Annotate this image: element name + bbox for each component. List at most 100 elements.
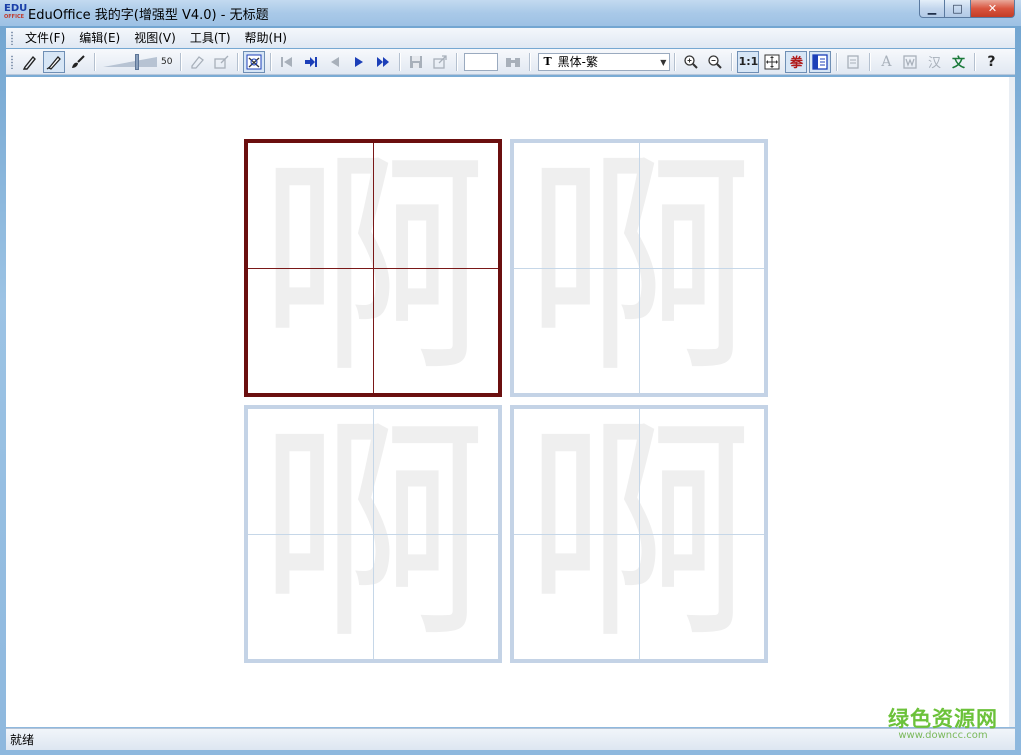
minimize-icon: ▁	[927, 2, 937, 15]
search-character-button[interactable]	[502, 51, 524, 73]
menu-tools[interactable]: 工具(T)	[183, 28, 238, 48]
toolbar-separator	[674, 52, 676, 71]
copybook-char-label: 拳	[789, 56, 803, 71]
clear-icon	[214, 55, 229, 69]
text-button[interactable]: A	[875, 51, 897, 73]
toolbar-separator	[529, 52, 531, 71]
pencil-icon	[22, 55, 36, 70]
pen-icon	[46, 55, 61, 70]
help-button[interactable]: ?	[980, 51, 1002, 73]
text-mode-button[interactable]: 文	[947, 51, 969, 73]
first-button[interactable]	[276, 51, 298, 73]
arrow-to-line-icon	[305, 56, 318, 67]
guide-line-horizontal	[248, 534, 498, 535]
writing-canvas[interactable]: 啊 啊 啊 啊	[6, 77, 1009, 727]
chevron-down-icon[interactable]: ▼	[660, 58, 666, 67]
menu-edit[interactable]: 编辑(E)	[72, 28, 127, 48]
word-export-button[interactable]	[899, 51, 921, 73]
toolbar-separator	[731, 52, 733, 71]
insert-button[interactable]	[300, 51, 322, 73]
window-controls: ▁ □ ✕	[919, 0, 1015, 18]
save-button[interactable]	[405, 51, 427, 73]
status-bar: 就绪	[6, 728, 1015, 750]
pencil-tool-button[interactable]	[19, 51, 41, 73]
title-bar: EDU OFFICE EduOffice 我的字(增强型 V4.0) - 无标题…	[0, 0, 1021, 26]
zoom-actual-size-button[interactable]: 1:1	[737, 50, 760, 73]
toolbar-separator	[836, 52, 838, 71]
app-logo-text: EDU	[4, 3, 28, 14]
han-label: 汉	[927, 56, 941, 71]
font-select-value: 黑体-繁	[557, 55, 598, 69]
triangle-left-icon	[331, 56, 340, 67]
fast-forward-icon	[377, 56, 390, 67]
clear-button[interactable]	[210, 51, 232, 73]
eraser-button[interactable]	[186, 51, 208, 73]
toolbar-separator	[974, 52, 976, 71]
zoom-in-icon	[684, 54, 699, 69]
minimize-button[interactable]: ▁	[919, 0, 945, 18]
toolbar-grip[interactable]	[10, 54, 14, 69]
practice-cell[interactable]: 啊	[510, 139, 768, 397]
skip-first-icon	[281, 56, 293, 67]
help-icon: ?	[987, 53, 996, 70]
side-panel-button[interactable]	[809, 50, 832, 73]
canvas-edge	[1009, 77, 1015, 727]
menu-file[interactable]: 文件(F)	[18, 28, 72, 48]
watermark: 绿色资源网 www.downcc.com	[882, 703, 1004, 741]
app-logo: EDU OFFICE	[4, 3, 28, 22]
window-title: EduOffice 我的字(增强型 V4.0) - 无标题	[28, 8, 269, 23]
guide-line-horizontal	[248, 268, 498, 269]
guide-line-horizontal	[514, 534, 764, 535]
brush-tool-button[interactable]	[67, 51, 89, 73]
binoculars-icon	[506, 57, 521, 67]
toolbar-separator	[456, 52, 458, 71]
practice-cell[interactable]: 啊	[244, 405, 502, 663]
export-button[interactable]	[429, 51, 451, 73]
practice-cell[interactable]: 啊	[510, 405, 768, 663]
maximize-button[interactable]: □	[945, 0, 971, 18]
copybook-char-button[interactable]: 拳	[785, 50, 808, 73]
toolbar-separator	[869, 52, 871, 71]
close-button[interactable]: ✕	[971, 0, 1015, 18]
slider-thumb[interactable]	[135, 53, 139, 70]
toolbar-separator	[180, 52, 182, 71]
truetype-icon: T	[543, 55, 552, 68]
zoom-actual-size-label: 1:1	[738, 55, 759, 68]
pen-tool-button[interactable]	[43, 50, 65, 73]
toolbar-separator	[270, 52, 272, 71]
practice-cell[interactable]: 啊	[244, 139, 502, 397]
next-button[interactable]	[348, 51, 370, 73]
guide-line-horizontal	[514, 268, 764, 269]
toolbar-separator	[237, 52, 239, 71]
fit-to-window-button[interactable]	[761, 51, 783, 73]
zoom-out-icon	[708, 54, 723, 69]
zoom-in-button[interactable]	[680, 51, 702, 73]
zoom-out-button[interactable]	[704, 51, 726, 73]
brush-size-slider[interactable]	[101, 51, 159, 73]
floppy-disk-icon	[410, 55, 423, 68]
status-text: 就绪	[10, 733, 35, 747]
toolbar: 50 T 黑体-繁 ▼ 1:1 拳 A 汉 文 ?	[6, 49, 1015, 75]
grid-mode-button[interactable]	[243, 50, 266, 73]
last-button[interactable]	[372, 51, 394, 73]
triangle-right-icon	[355, 56, 364, 67]
menu-bar: 文件(F) 编辑(E) 视图(V) 工具(T) 帮助(H)	[6, 28, 1015, 48]
menu-grip[interactable]	[10, 31, 14, 45]
font-select[interactable]: T 黑体-繁 ▼	[538, 52, 671, 71]
toolbar-separator	[399, 52, 401, 71]
chinese-char-button[interactable]: 汉	[923, 51, 945, 73]
brush-size-value: 50	[161, 56, 173, 67]
watermark-brand: 绿色资源网	[888, 707, 998, 731]
character-input[interactable]	[464, 52, 499, 71]
toolbar-separator	[94, 52, 95, 71]
watermark-url: www.downcc.com	[898, 730, 988, 741]
menu-view[interactable]: 视图(V)	[127, 28, 183, 48]
maximize-icon: □	[952, 2, 963, 15]
app-logo-subtext: OFFICE	[4, 14, 25, 20]
close-icon: ✕	[987, 2, 998, 15]
page-button[interactable]	[842, 51, 864, 73]
previous-button[interactable]	[324, 51, 346, 73]
menu-help[interactable]: 帮助(H)	[238, 28, 294, 48]
slider-track	[103, 56, 157, 67]
eraser-icon	[191, 55, 205, 69]
